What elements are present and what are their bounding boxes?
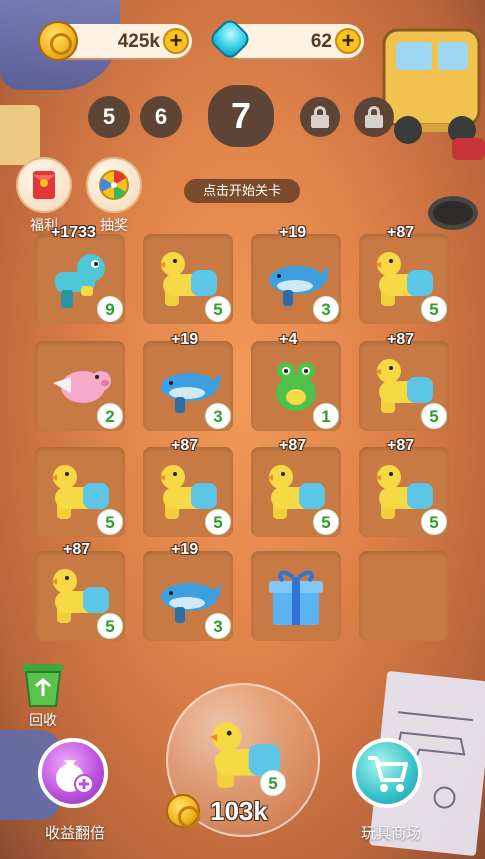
grid-slot[interactable]: 5 +87 (251, 437, 341, 537)
prize-wheel-icon (99, 170, 129, 200)
toy-level-badge: 3 (313, 296, 339, 322)
grid-slot[interactable]: 5 +87 (359, 224, 449, 324)
shopping-cart-icon (368, 756, 408, 792)
current-level-badge: 7 (208, 85, 274, 147)
income-popup: +19 (171, 331, 199, 348)
add-gems-button[interactable]: + (335, 28, 361, 54)
toy-level-badge: 9 (97, 296, 123, 322)
grid-slot[interactable]: 5 +87 (143, 437, 233, 537)
background-toy-car-decor (372, 20, 485, 160)
grid-slot[interactable]: 5 (143, 234, 233, 324)
grid-slot[interactable] (359, 551, 449, 641)
grid-slot[interactable]: 1 +4 (251, 331, 341, 431)
start-level-hint[interactable]: 点击开始关卡 (184, 179, 300, 203)
coin-balance-value: 425k (117, 31, 160, 52)
double-income-button[interactable] (38, 738, 108, 808)
toy-level-badge: 5 (421, 509, 447, 535)
gem-balance-value: 62 (310, 31, 332, 52)
income-popup: +87 (387, 331, 415, 348)
toy-level-badge: 2 (97, 403, 123, 429)
level-badge-6: 6 (140, 96, 182, 138)
grid-slot[interactable]: 5 (35, 447, 125, 537)
add-coins-button[interactable]: + (163, 28, 189, 54)
recycle-label: 回收 (29, 712, 57, 728)
buy-toy-price: 103k (210, 796, 268, 826)
grid-slot[interactable]: 3 +19 (143, 331, 233, 431)
toy-level-badge: 5 (205, 509, 231, 535)
toy-level-badge: 5 (205, 296, 231, 322)
toy-level-badge: 1 (313, 403, 339, 429)
toy-level-badge: 5 (97, 509, 123, 535)
recycle-bin-button[interactable] (18, 660, 68, 708)
grid-slot[interactable]: 3 +19 (251, 224, 341, 324)
income-popup: +19 (171, 541, 199, 558)
income-popup: +1733 (51, 224, 96, 241)
level-badge-5: 5 (88, 96, 130, 138)
income-popup: +87 (279, 437, 307, 454)
grid-slot[interactable]: 5 +87 (359, 437, 449, 537)
toy-shop-button[interactable] (352, 738, 422, 808)
welfare-button[interactable] (16, 157, 72, 213)
money-bag-plus-icon (56, 760, 94, 794)
income-popup: +87 (63, 541, 91, 558)
income-popup: +19 (279, 224, 307, 241)
coin-icon (38, 21, 78, 61)
toy-level-badge: 3 (205, 403, 231, 429)
income-popup: +87 (171, 437, 199, 454)
red-envelope-icon (33, 171, 55, 199)
grid-slot[interactable]: 9 +1733 (35, 224, 125, 324)
background-tire-decor (428, 196, 478, 230)
recycle-icon (23, 664, 63, 707)
grid-slot[interactable]: 2 (35, 341, 125, 431)
background-book-decor (0, 105, 40, 165)
grid-slot[interactable] (251, 551, 341, 641)
game-screen: 425k + 62 + 5 6 7 福利 抽奖 点击开始关卡 9 +1733 5 3 +… (0, 0, 485, 859)
toy-level-badge: 5 (421, 296, 447, 322)
price-coin-icon (166, 794, 200, 828)
income-popup: +4 (279, 331, 298, 348)
locked-level-9 (354, 97, 394, 137)
toy-shop-label: 玩具商场 (360, 825, 421, 842)
income-popup: +87 (387, 437, 415, 454)
grid-slot[interactable]: 5 +87 (35, 541, 125, 641)
grid-slot[interactable]: 3 +19 (143, 541, 233, 641)
locked-level-8 (300, 97, 340, 137)
toy-level-badge: 5 (97, 613, 123, 639)
double-income-label: 收益翻倍 (44, 825, 105, 842)
grid-slot[interactable]: 5 +87 (359, 331, 449, 431)
gift-box-toy-icon (269, 570, 323, 625)
toy-level-badge: 5 (313, 509, 339, 535)
income-popup: +87 (387, 224, 415, 241)
toy-level-badge: 3 (205, 613, 231, 639)
lottery-button[interactable] (86, 157, 142, 213)
toy-level-badge: 5 (421, 403, 447, 429)
buy-toy-level: 5 (260, 770, 286, 796)
